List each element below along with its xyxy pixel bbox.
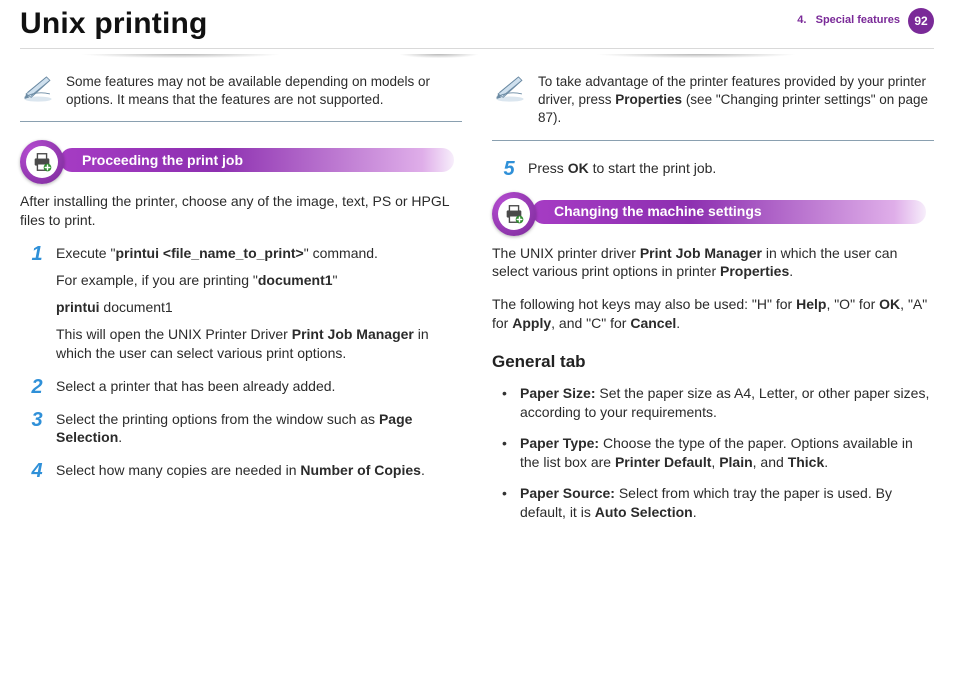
step-4: 4 Select how many copies are needed in N… [20, 461, 462, 480]
printer-icon [20, 140, 64, 184]
printer-icon [492, 192, 536, 236]
section-title: Changing the machine settings [532, 200, 926, 224]
note-text: To take advantage of the printer feature… [538, 73, 934, 128]
list-item: Paper Type: Choose the type of the paper… [492, 434, 934, 472]
step-list: 1 Execute "printui <file_name_to_print>"… [20, 244, 462, 480]
header-shadow [0, 54, 954, 60]
breadcrumb: 4. Special features 92 [774, 0, 934, 40]
step-number: 1 [26, 241, 48, 268]
intro-paragraph: After installing the printer, choose any… [20, 192, 462, 230]
note-text: Some features may not be available depen… [66, 73, 462, 109]
page-title: Unix printing [20, 7, 208, 40]
list-item: Paper Size: Set the paper size as A4, Le… [492, 384, 934, 422]
note-icon [492, 73, 528, 103]
step-3: 3 Select the printing options from the w… [20, 410, 462, 448]
section-heading-proceeding: Proceeding the print job [20, 140, 462, 180]
chapter-number: 4. [797, 14, 806, 26]
note-box: Some features may not be available depen… [20, 71, 462, 122]
section-title: Proceeding the print job [60, 148, 454, 172]
step-2: 2 Select a printer that has been already… [20, 377, 462, 396]
page: Unix printing 4. Special features 92 [0, 0, 954, 675]
chapter-name: Special features [816, 14, 900, 26]
step-1: 1 Execute "printui <file_name_to_print>"… [20, 244, 462, 362]
step-number: 2 [26, 374, 48, 401]
paragraph: The UNIX printer driver Print Job Manage… [492, 244, 934, 282]
section-heading-changing: Changing the machine settings [492, 192, 934, 232]
header-divider [20, 48, 934, 49]
note-icon [20, 73, 56, 103]
step-5: 5 Press OK to start the print job. [492, 159, 934, 178]
paragraph: The following hot keys may also be used:… [492, 295, 934, 333]
bullet-list: Paper Size: Set the paper size as A4, Le… [492, 384, 934, 521]
subsection-general-tab: General tab [492, 351, 934, 374]
list-item: Paper Source: Select from which tray the… [492, 484, 934, 522]
note-box: To take advantage of the printer feature… [492, 71, 934, 141]
step-number: 5 [498, 156, 520, 183]
page-number-badge: 92 [908, 8, 934, 34]
right-column: To take advantage of the printer feature… [492, 71, 934, 533]
step-list-continued: 5 Press OK to start the print job. [492, 159, 934, 178]
page-header: Unix printing 4. Special features 92 [20, 0, 934, 48]
content-columns: Some features may not be available depen… [20, 71, 934, 533]
step-number: 4 [26, 458, 48, 485]
left-column: Some features may not be available depen… [20, 71, 462, 533]
step-number: 3 [26, 407, 48, 434]
